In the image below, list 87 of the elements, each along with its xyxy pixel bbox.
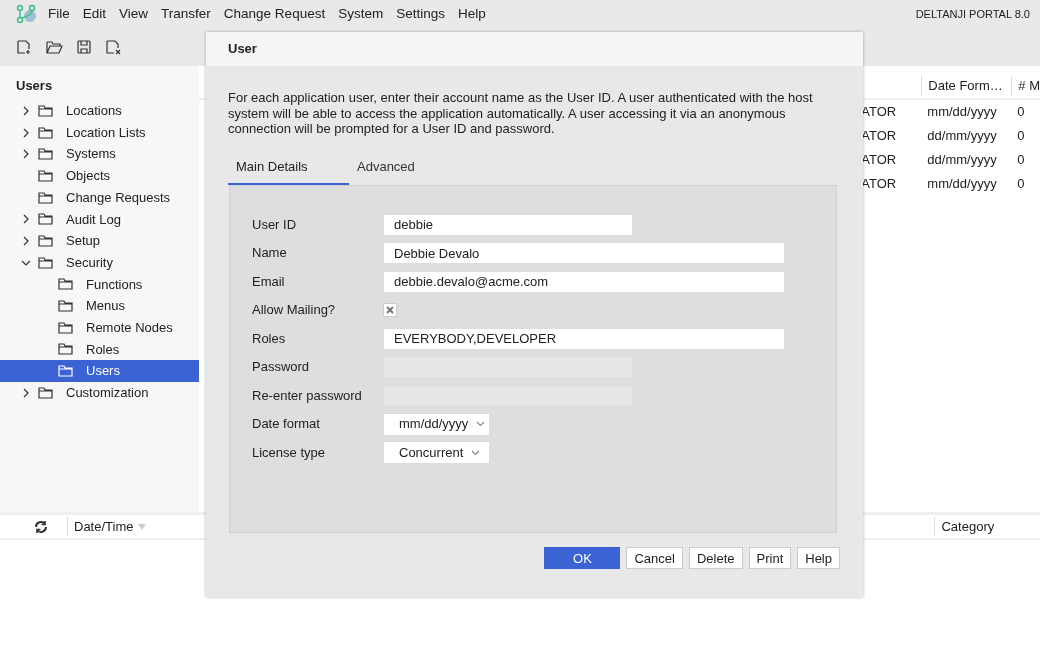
folder-icon [38,148,53,161]
table-cell-text: dd/mm/yyyy [926,127,998,146]
table-cell-text: mm/dd/yyyy [926,103,998,122]
table-cell-text: 0 [1016,151,1025,170]
folder-icon [38,191,53,204]
table-cell-text: ATOR [861,127,898,146]
dialog-button[interactable]: Help [797,547,840,570]
menu-item[interactable]: View [119,3,149,25]
tree-item[interactable]: Systems [0,143,200,166]
menu-item[interactable]: System [338,3,384,25]
table-cell-text: dd/mm/yyyy [926,151,998,170]
tree-item[interactable]: Objects [0,165,200,187]
menu-item[interactable]: Edit [82,3,107,25]
close-file-icon[interactable] [105,39,121,55]
input-field[interactable]: debbie.devalo@acme.com [383,270,785,293]
folder-icon [38,169,53,182]
dropdown[interactable]: mm/dd/yyyy [383,412,490,436]
dialog-button[interactable]: Delete [688,547,743,570]
tree-item[interactable]: Locations [0,100,200,122]
description-text: For each application user, enter their account name as the User ID. A user authenticated with the host system will be able to access the application automatically. A user accessing it via an anonymous connection will be prompted for a User ID and password. [227,89,814,137]
refresh-icon[interactable] [34,519,48,534]
field-label: Roles [252,329,287,348]
tree-item[interactable]: Customization [0,381,200,404]
field-label: Re-enter password [252,386,363,405]
folder-icon [38,386,53,399]
folder-icon [38,104,53,117]
menu-item[interactable]: Settings [396,3,445,25]
folder-icon [58,365,73,378]
product-name: DELTANJI PORTAL 8.0 [915,6,1030,22]
new-file-icon[interactable] [16,39,32,55]
table-cell-text: ATOR [861,175,898,194]
tree-item[interactable]: Change Requests [0,186,200,209]
dialog-title: User [206,32,863,66]
caret-icon [471,449,481,456]
table-cell-text: ATOR [861,103,898,122]
table-cell-text: mm/dd/yyyy [926,175,998,194]
tree-item[interactable]: Roles [0,338,200,361]
caret-icon [476,421,486,428]
folder-icon [58,343,73,356]
field-label: Name [252,244,288,263]
field-label: Email [252,272,286,291]
folder-icon [58,300,73,313]
table-cell-text: 0 [1016,127,1025,146]
field-label: Password [252,358,311,377]
input-field[interactable]: EVERYBODY,DEVELOPER [383,327,785,350]
dropdown[interactable]: Concurrent [383,441,490,465]
menu-item[interactable]: File [48,3,70,25]
tree-item[interactable]: Security [0,251,200,274]
tree-item[interactable]: Location Lists [0,121,200,144]
column-header[interactable]: Category [934,516,995,537]
folder-icon [38,126,53,139]
field-label: User ID [252,215,298,234]
menu-item[interactable]: Transfer [161,3,211,25]
folder-icon [38,256,53,269]
folder-icon [58,321,73,334]
checkbox[interactable] [383,303,397,318]
menu-item[interactable]: Help [457,3,486,25]
column-header[interactable]: # M [1011,76,1040,96]
folder-icon [58,278,73,291]
table-cell-text: 0 [1016,103,1025,122]
column-header[interactable]: Date/Time [74,516,134,537]
open-folder-icon[interactable] [46,40,63,54]
panel-title: Users [15,77,54,95]
tab[interactable]: Advanced [349,152,470,186]
save-icon[interactable] [77,40,91,54]
logo-icon [16,4,36,24]
tree-item[interactable]: Setup [0,230,200,252]
tree-item[interactable]: Menus [0,295,200,317]
field-label: Allow Mailing? [252,301,337,320]
menu-item[interactable]: Change Request [223,3,326,25]
tree-item[interactable]: Remote Nodes [0,316,200,339]
column-header[interactable]: Date Form… [921,76,1012,96]
dialog-button[interactable]: Cancel [626,547,683,570]
table-cell-text: ATOR [861,151,898,170]
table-cell-text: 0 [1016,175,1025,194]
input-field[interactable]: Debbie Devalo [383,242,785,265]
field-label: License type [252,443,326,462]
folder-icon [38,234,53,247]
dialog-button[interactable]: Print [748,547,792,570]
folder-icon [38,213,53,226]
tree-item[interactable]: Audit Log [0,208,200,231]
field-label: Date format [252,415,321,434]
tree-item[interactable]: Users [0,360,200,382]
dialog-button[interactable]: OK [544,547,621,570]
input-field[interactable]: debbie [383,213,633,236]
tree-item[interactable]: Functions [0,273,200,296]
sort-icon [137,522,148,531]
